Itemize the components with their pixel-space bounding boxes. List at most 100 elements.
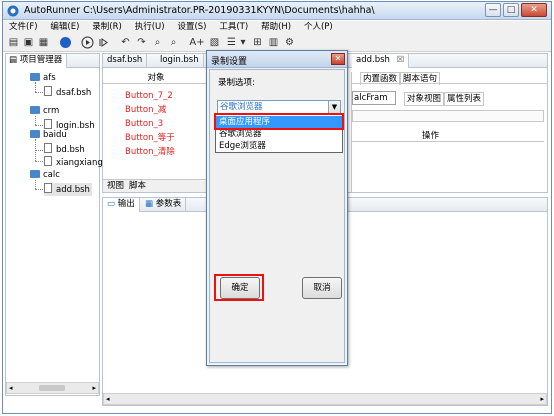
menu-settings[interactable]: 设置(S) [171,21,210,34]
script-icon[interactable]: ▧ [208,36,221,49]
tree-label: crm [43,106,60,116]
file-icon [44,156,52,166]
scroll-left-icon[interactable]: ◂ [106,394,110,404]
tab-output[interactable]: ▭ 输出 [103,198,140,212]
output-icon: ▭ [107,199,116,209]
scroll-thumb[interactable] [39,385,65,391]
tree-label: calc [43,170,60,180]
tab-script-statements[interactable]: 脚本语句 [400,72,441,85]
scroll-left-icon[interactable]: ◂ [9,383,13,393]
list-dropdown-icon[interactable]: ☰ [225,36,238,49]
undo-icon[interactable]: ↶ [119,36,132,49]
tree-label: xiangxiang [56,158,103,168]
tree-file-dsaf[interactable]: dsaf.bsh [44,86,91,99]
menu-execute[interactable]: 执行(U) [129,21,169,34]
folder-icon [30,170,40,178]
scroll-right-icon[interactable]: ▸ [92,383,96,393]
project-path: C:\Users\Administrator.PR-20190331KYYN\D… [83,5,375,16]
grid-icon[interactable]: ⊞ [251,36,264,49]
project-pane-header: ▤ 项目管理器 [6,54,99,68]
tab-project-manager[interactable]: ▤ 项目管理器 [6,54,68,68]
operation-header-row: 操作 [352,130,544,142]
insert-text-icon[interactable]: A+ [189,36,205,49]
dialog-title: 录制设置 [211,57,248,67]
tab-dsaf[interactable]: dsaf.bsh [103,54,148,68]
play-icon[interactable] [81,36,94,49]
scroll-right-icon[interactable]: ▸ [540,394,544,404]
object-item[interactable]: Button_减 [125,104,166,117]
tree-folder-crm[interactable]: crm [30,105,59,118]
output-horizontal-scrollbar[interactable]: ◂ ▸ [103,393,547,405]
step-play-icon[interactable] [97,36,110,49]
table-icon[interactable]: ▥ [267,36,280,49]
dialog-close-button[interactable]: ✕ [331,53,345,65]
tab-script[interactable]: 脚本 [129,180,146,192]
window-title: AutoRunner C:\Users\Administrator.PR-201… [24,5,375,16]
tree-file-add[interactable]: add.bsh [44,183,92,196]
find-icon[interactable]: ⌕ [151,36,164,49]
right-panel-tabs: 内置函数 脚本语句 [352,72,548,85]
project-tab-label: 项目管理器 [19,55,63,65]
highlight-box-ok-button [214,274,264,301]
replace-icon[interactable]: ⌕ [167,36,180,49]
minimize-button[interactable]: — [485,3,501,17]
tab-object-view[interactable]: 对象视图 [404,92,445,106]
option-edge[interactable]: Edge浏览器 [216,140,342,152]
chevron-down-icon[interactable]: ▾ [239,36,247,49]
dialog-title-bar[interactable]: 录制设置 ✕ [207,51,347,68]
menu-bar: 文件(F) 编辑(E) 录制(R) 执行(U) 设置(S) 工具(T) 帮助(H… [3,21,551,34]
menu-file[interactable]: 文件(F) [3,21,42,34]
project-horizontal-scrollbar[interactable]: ◂ ▸ [6,382,99,394]
close-button[interactable]: ✕ [521,3,547,17]
menu-personal[interactable]: 个人(P) [298,21,337,34]
maximize-button[interactable]: □ [503,3,519,17]
tree-file-xiangxiang[interactable]: xiangxiang [44,156,103,169]
object-item[interactable]: Button_清除 [125,146,175,159]
menu-tools[interactable]: 工具(T) [213,21,252,34]
menu-edit[interactable]: 编辑(E) [44,21,83,34]
record-options-label: 录制选项: [218,78,255,88]
folder-icon [30,73,40,81]
highlight-box-selected-option [214,113,344,130]
open-icon[interactable]: ▦ [37,36,50,49]
tree-folder-calc[interactable]: calc [30,169,60,182]
operation-column-header: 操作 [422,131,440,141]
tree-label: add.bsh [56,185,90,195]
new-file-icon[interactable]: ▤ [7,36,20,49]
redo-icon[interactable]: ↷ [135,36,148,49]
object-item[interactable]: Button_3 [125,118,163,131]
tab-property-list[interactable]: 属性列表 [444,92,485,106]
tab-login[interactable]: login.bsh [156,54,204,68]
title-bar[interactable]: AutoRunner C:\Users\Administrator.PR-201… [3,2,551,20]
file-icon [44,143,52,153]
calc-frame-combo[interactable]: alcFram [352,91,396,105]
tree-label: bd.bsh [56,145,85,155]
tree-folder-baidu[interactable]: baidu [30,129,67,142]
menu-record[interactable]: 录制(R) [86,21,126,34]
table-icon: ▦ [145,199,154,209]
tab-builtin-functions[interactable]: 内置函数 [360,72,401,85]
record-icon[interactable] [59,36,72,49]
project-manager-pane: ▤ 项目管理器 afs dsaf.bsh crm login.bsh baidu [5,53,103,396]
right-input-row[interactable] [352,110,544,122]
tab-view[interactable]: 视图 [107,180,124,192]
record-settings-dialog: 录制设置 ✕ 录制选项: 谷歌浏览器 ▼ 确定 取消 [206,50,348,366]
menu-help[interactable]: 帮助(H) [255,21,295,34]
tab-add[interactable]: add.bsh ☒ [352,54,410,68]
tree-label: baidu [43,130,67,140]
tools-icon[interactable]: ⚙ [283,36,296,49]
object-item[interactable]: Button_等于 [125,132,175,145]
tab-close-icon[interactable]: ☒ [397,55,405,65]
tab-parameter-table[interactable]: ▦ 参数表 [141,198,187,212]
app-logo-icon [7,5,19,17]
tree-label: afs [43,73,56,83]
save-icon[interactable]: ▣ [22,36,35,49]
tree-folder-afs[interactable]: afs [30,72,56,85]
object-item[interactable]: Button_7_2 [125,90,173,103]
tab-output-label: 输出 [117,199,135,209]
cancel-button[interactable]: 取消 [302,277,342,299]
object-column-header: 对象 [103,72,209,84]
tree-label: dsaf.bsh [56,88,92,98]
tree-file-bd[interactable]: bd.bsh [44,143,85,156]
right-panel: 内置函数 脚本语句 alcFram 对象视图 属性列表 操作 [351,72,548,192]
